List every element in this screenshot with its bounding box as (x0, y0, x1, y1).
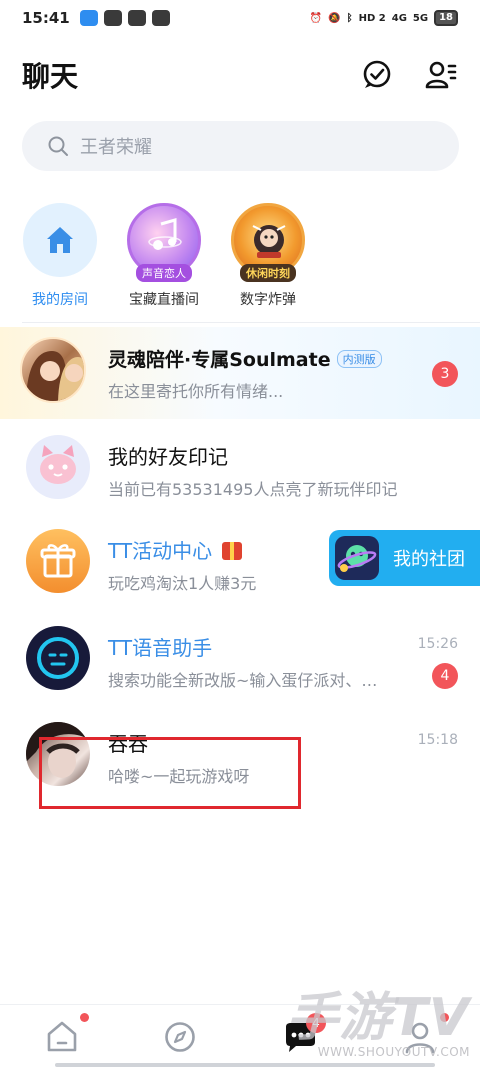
header: 聊天 (0, 50, 480, 100)
network-hd-label: HD 2 (358, 12, 386, 24)
friend-mark-avatar (26, 435, 90, 499)
my-club-button[interactable]: 我的社团 (329, 530, 480, 586)
chat-row-voice-assistant[interactable]: TT语音助手 搜索功能全新改版~输入蛋仔派对、… 15:26 4 (0, 614, 480, 704)
search-icon (48, 136, 68, 156)
status-bar: 15:41 ⏰ 🔕 ᛒ HD 2 4G 5G 18 (0, 0, 480, 36)
home-notification-dot (80, 1013, 89, 1022)
gesture-bar-segment (300, 1063, 435, 1067)
club-planet-icon (335, 536, 379, 580)
status-time: 15:41 (22, 9, 70, 27)
gesture-bar-segment (55, 1063, 190, 1067)
network-4g-label: 4G (391, 12, 407, 24)
chat-subtitle: 在这里寄托你所有情绪... (108, 382, 284, 401)
cat-icon (40, 445, 76, 484)
voice-assistant-avatar (26, 626, 90, 690)
treasure-live-tag: 声音恋人 (136, 264, 192, 282)
soulmate-avatar (20, 337, 86, 403)
chat-title: TT语音助手 (108, 636, 213, 660)
chat-title-text: TT活动中心 (108, 539, 213, 563)
chat-time: 15:18 (417, 732, 458, 748)
activity-center-avatar (26, 529, 90, 593)
section-divider (22, 322, 480, 323)
unread-badge: 3 (432, 361, 458, 387)
home-icon (47, 227, 73, 253)
chat-title: 我的好友印记 (108, 445, 228, 469)
number-bomb-avatar: 休闲时刻 (231, 203, 305, 282)
profile-notification-dot (440, 1013, 449, 1022)
quick-room-label: 宝藏直播间 (129, 292, 199, 308)
battery-icon: 18 (434, 10, 458, 26)
alarm-icon: ⏰ (309, 12, 323, 24)
chat-title: TT活动中心 (108, 535, 243, 564)
highlight-annotation-box (39, 737, 301, 809)
app-notification-icon (151, 10, 170, 26)
chat-subtitle: 玩吃鸡淘汰1人赚3元 (108, 574, 257, 593)
status-app-icons (79, 10, 170, 26)
unread-badge: 4 (432, 663, 458, 689)
chat-subtitle: 搜索功能全新改版~输入蛋仔派对、… (108, 671, 378, 690)
page-title: 聊天 (22, 60, 79, 93)
quick-room-my-room[interactable]: 我的房间 (5, 203, 115, 309)
chat-row-soulmate[interactable]: 灵魂陪伴·专属Soulmate 内测版 在这里寄托你所有情绪... 3 (0, 327, 480, 419)
quick-room-label: 我的房间 (32, 292, 88, 308)
assistant-face-icon (37, 637, 79, 679)
bluetooth-icon: ᛒ (346, 12, 353, 24)
couple-illustration (26, 351, 84, 401)
quick-rooms: 我的房间 声音恋人 宝藏直播间 休闲时刻 数字炸弹 (0, 203, 480, 313)
messages-unread-badge: 4 (306, 1013, 326, 1033)
mail-notification-icon (127, 10, 146, 26)
search-placeholder: 王者荣耀 (80, 137, 152, 158)
bottom-nav: 4 (0, 1004, 480, 1070)
nav-discover-compass-icon[interactable] (160, 1017, 200, 1057)
chat-subtitle: 当前已有53531495人点亮了新玩伴印记 (108, 480, 398, 499)
gift-icon (40, 544, 76, 578)
mute-icon: 🔕 (328, 12, 341, 24)
search-input[interactable]: 王者荣耀 (22, 121, 459, 171)
contacts-icon[interactable] (424, 58, 458, 92)
nav-home-icon[interactable] (42, 1017, 82, 1057)
chat-title: 灵魂陪伴·专属Soulmate 内测版 (108, 345, 382, 372)
game-notification-icon (103, 10, 122, 26)
nav-profile-icon[interactable] (400, 1017, 440, 1057)
gesture-bar-segment (175, 1063, 310, 1067)
status-indicators: ⏰ 🔕 ᛒ HD 2 4G 5G 18 (310, 10, 458, 26)
music-note-icon (148, 218, 182, 250)
quick-room-label: 数字炸弹 (240, 292, 296, 308)
bomb-character-icon (252, 225, 286, 258)
home-room-avatar (23, 203, 97, 277)
my-club-label: 我的社团 (393, 549, 465, 570)
number-bomb-tag: 休闲时刻 (240, 264, 296, 282)
app-notification-icon (79, 10, 98, 26)
chat-title-text: 灵魂陪伴·专属Soulmate (108, 349, 331, 371)
check-bubble-icon[interactable] (360, 58, 394, 92)
chat-row-friend-mark[interactable]: 我的好友印记 当前已有53531495人点亮了新玩伴印记 (0, 423, 480, 513)
chat-time: 15:26 (417, 636, 458, 652)
quick-room-treasure-live[interactable]: 声音恋人 宝藏直播间 (109, 203, 219, 309)
gift-emoji-icon (222, 542, 243, 560)
beta-tag: 内测版 (336, 350, 382, 368)
network-5g-label: 5G (412, 12, 429, 24)
treasure-live-avatar: 声音恋人 (127, 203, 201, 282)
quick-room-number-bomb[interactable]: 休闲时刻 数字炸弹 (213, 203, 323, 309)
